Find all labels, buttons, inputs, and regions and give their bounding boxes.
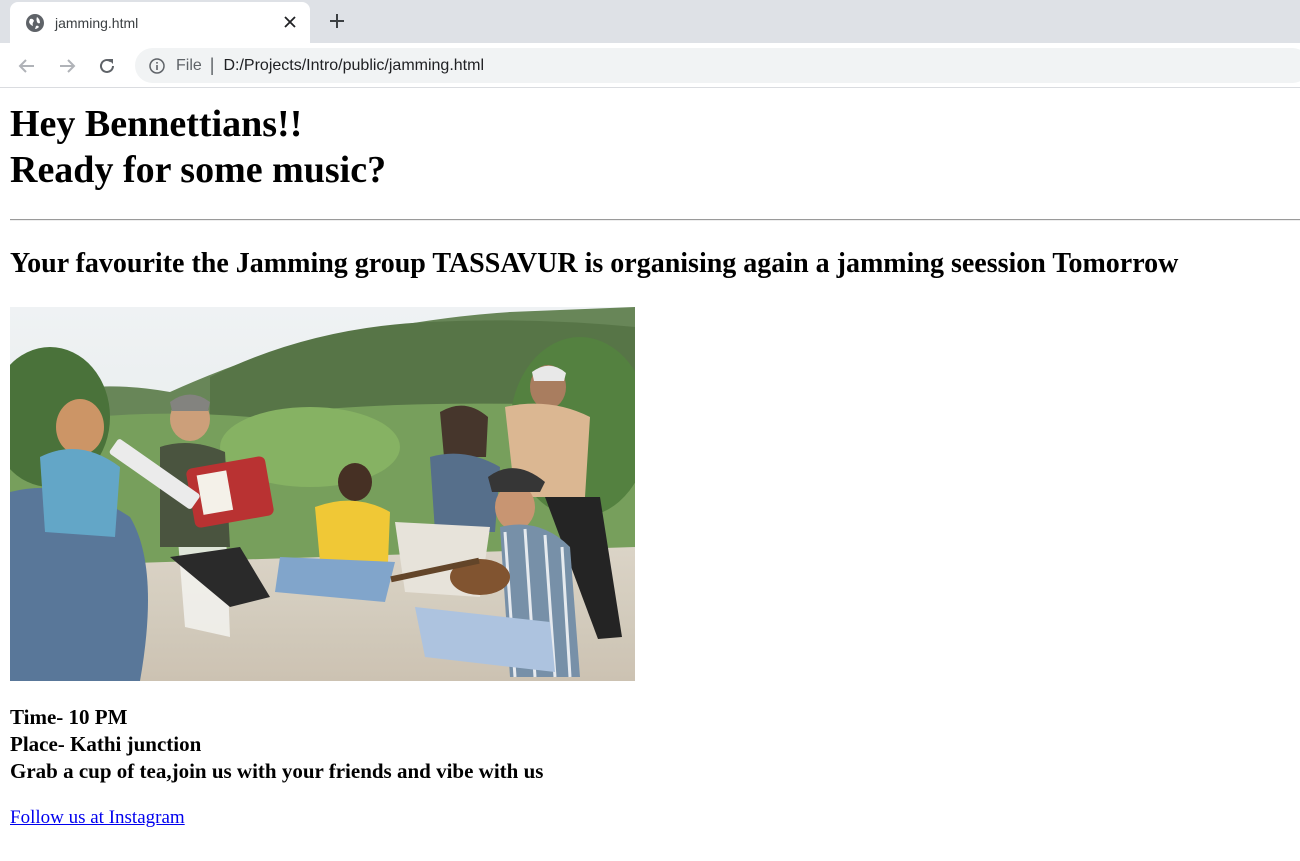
- url-text[interactable]: D:/Projects/Intro/public/jamming.html: [223, 57, 484, 75]
- event-invite-text: Grab a cup of tea,join us with your frie…: [10, 759, 544, 783]
- tab-strip: jamming.html: [0, 0, 1300, 43]
- address-separator: |: [209, 55, 215, 75]
- tab-title: jamming.html: [55, 14, 139, 31]
- address-scheme-label: File: [176, 56, 202, 74]
- browser-toolbar: File | D:/Projects/Intro/public/jamming.…: [0, 43, 1300, 88]
- browser-tab[interactable]: jamming.html: [10, 2, 310, 43]
- plus-icon[interactable]: [326, 10, 348, 32]
- arrow-left-icon[interactable]: [14, 53, 40, 79]
- event-time: Time- 10 PM: [10, 705, 128, 729]
- arrow-right-icon[interactable]: [54, 53, 80, 79]
- page-content: Hey Bennettians!! Ready for some music? …: [10, 89, 1300, 828]
- close-icon[interactable]: [280, 12, 300, 32]
- instagram-link[interactable]: Follow us at Instagram: [10, 807, 185, 829]
- jamming-group-photo: [10, 307, 635, 681]
- info-icon[interactable]: [148, 57, 166, 75]
- reload-icon[interactable]: [94, 53, 120, 79]
- page-heading-line1: Hey Bennettians!!: [10, 103, 303, 145]
- address-bar[interactable]: File | D:/Projects/Intro/public/jamming.…: [135, 48, 1300, 83]
- globe-icon: [26, 13, 44, 32]
- horizontal-rule: [10, 219, 1300, 221]
- event-place: Place- Kathi junction: [10, 732, 202, 756]
- event-announcement: Your favourite the Jamming group TASSAVU…: [10, 248, 1179, 279]
- event-details: Time- 10 PM Place- Kathi junction Grab a…: [10, 704, 543, 785]
- page-heading-line2: Ready for some music?: [10, 149, 387, 191]
